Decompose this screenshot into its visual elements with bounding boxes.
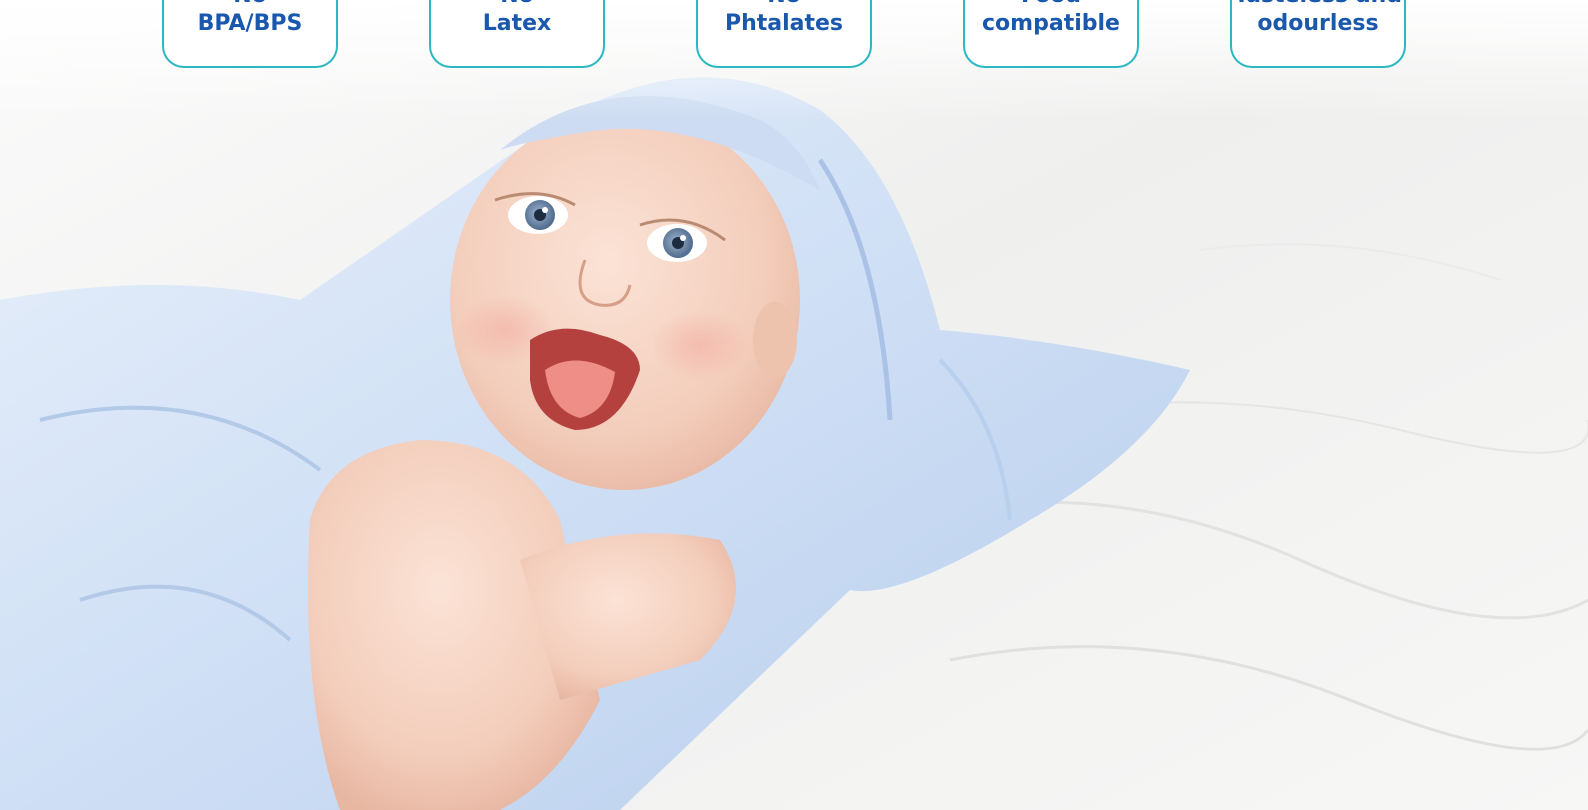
badge-line-1: Food bbox=[1021, 0, 1081, 10]
badge-line-2: BPA/BPS bbox=[197, 11, 303, 36]
badge-line-2: Latex bbox=[482, 11, 552, 36]
badge-no-latex: No Latex bbox=[429, 0, 605, 68]
badge-line-2: odourless bbox=[1257, 11, 1379, 36]
badge-line-1: Tasteless and bbox=[1234, 0, 1402, 10]
badge-line-1: No bbox=[233, 0, 267, 10]
badge-food-compatible: Food compatible bbox=[963, 0, 1139, 68]
badge-no-phtalates: No Phtalates bbox=[696, 0, 872, 68]
badge-line-2: compatible bbox=[982, 11, 1120, 36]
badge-line-1: No bbox=[500, 0, 534, 10]
badge-tasteless-odourless: Tasteless and odourless bbox=[1230, 0, 1406, 68]
badge-line-1: No bbox=[767, 0, 801, 10]
baby-photo bbox=[0, 0, 1588, 810]
badge-line-2: Phtalates bbox=[724, 11, 844, 36]
badge-no-bpa-bps: No BPA/BPS bbox=[162, 0, 338, 68]
